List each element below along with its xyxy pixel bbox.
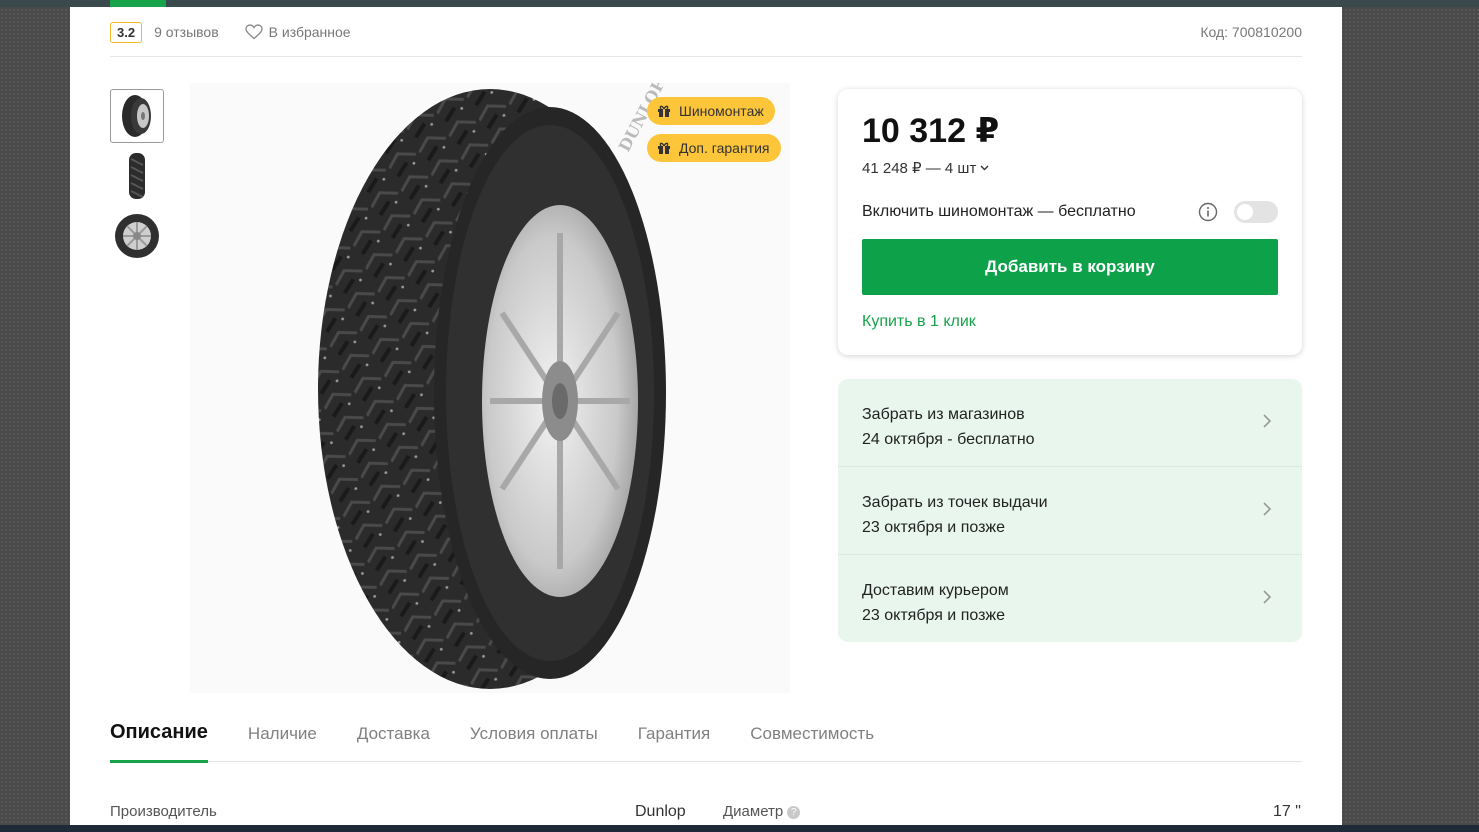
badge-tire-fitting[interactable]: Шиномонтаж xyxy=(647,97,775,125)
total-price: 41 248 ₽ — 4 шт xyxy=(862,160,977,177)
divider xyxy=(110,56,1302,57)
product-meta-row: 3.2 9 отзывов В избранное Код: 700810200 xyxy=(110,19,1302,45)
tire-fitting-label: Включить шиномонтаж — бесплатно xyxy=(862,203,1136,220)
thumbnail-list xyxy=(110,89,166,269)
tab-compatibility[interactable]: Совместимость xyxy=(750,714,874,762)
spec-manufacturer-value: Dunlop xyxy=(635,803,686,820)
tab-availability[interactable]: Наличие xyxy=(248,714,317,762)
delivery-option-pickup-points[interactable]: Забрать из точек выдачи 23 октября и поз… xyxy=(838,467,1302,555)
spec-diameter-value: 17 " xyxy=(1273,803,1301,820)
tab-description[interactable]: Описание xyxy=(110,714,208,763)
chevron-right-icon xyxy=(1263,502,1272,516)
delivery-option-subtitle: 23 октября и позже xyxy=(862,519,1006,536)
product-code: Код: 700810200 xyxy=(1200,24,1302,40)
delivery-option-title: Доставим курьером xyxy=(862,582,1009,599)
tire-fitting-option: Включить шиномонтаж — бесплатно xyxy=(862,201,1278,223)
thumbnail-tire-side[interactable] xyxy=(110,209,164,263)
os-taskbar xyxy=(0,825,1479,832)
tire-fitting-toggle[interactable] xyxy=(1234,201,1278,223)
help-icon[interactable]: ? xyxy=(787,805,801,819)
spec-diameter-label: Диаметр xyxy=(723,803,784,820)
price-card: 10 312 ₽ 41 248 ₽ — 4 шт Включить шиномо… xyxy=(838,89,1302,355)
browser-top-bar xyxy=(0,0,1479,7)
favorite-button[interactable]: В избранное xyxy=(244,24,351,40)
delivery-option-title: Забрать из магазинов xyxy=(862,406,1025,423)
badge-label: Шиномонтаж xyxy=(679,103,764,119)
thumbnail-tire-angle[interactable] xyxy=(110,89,164,143)
delivery-option-courier[interactable]: Доставим курьером 23 октября и позже xyxy=(838,555,1302,643)
gift-icon xyxy=(658,105,670,117)
product-page: 3.2 9 отзывов В избранное Код: 700810200 xyxy=(70,7,1342,825)
product-tabs: Описание Наличие Доставка Условия оплаты… xyxy=(110,714,1302,763)
chevron-down-icon xyxy=(980,165,989,171)
delivery-option-stores[interactable]: Забрать из магазинов 24 октября - беспла… xyxy=(838,379,1302,467)
favorite-label: В избранное xyxy=(268,24,351,40)
badge-extra-warranty[interactable]: Доп. гарантия xyxy=(647,134,781,162)
delivery-option-subtitle: 24 октября - бесплатно xyxy=(862,431,1035,448)
delivery-option-title: Забрать из точек выдачи xyxy=(862,494,1048,511)
product-main-image[interactable]: DUNLOP xyxy=(190,76,790,693)
add-to-cart-button[interactable]: Добавить в корзину xyxy=(862,239,1278,295)
toggle-knob xyxy=(1237,204,1253,220)
reviews-link[interactable]: 9 отзывов xyxy=(154,24,219,40)
tab-delivery[interactable]: Доставка xyxy=(357,714,430,762)
delivery-option-subtitle: 23 октября и позже xyxy=(862,607,1006,624)
thumbnail-tire-tread[interactable] xyxy=(110,149,164,203)
quantity-selector[interactable]: 41 248 ₽ — 4 шт xyxy=(862,159,989,177)
badge-label: Доп. гарантия xyxy=(679,140,770,156)
rating-badge[interactable]: 3.2 xyxy=(110,21,143,43)
tire-thumbnail-image xyxy=(122,95,151,137)
active-tab-indicator xyxy=(110,0,166,7)
heart-icon xyxy=(244,24,263,40)
tire-image: DUNLOP xyxy=(318,76,669,689)
spec-manufacturer-label: Производитель xyxy=(110,803,217,820)
service-badges: Шиномонтаж Доп. гарантия xyxy=(647,97,781,162)
tire-thumbnail-image xyxy=(115,214,159,258)
tab-warranty[interactable]: Гарантия xyxy=(638,714,711,762)
tab-payment-terms[interactable]: Условия оплаты xyxy=(470,714,598,762)
info-icon[interactable] xyxy=(1198,202,1218,222)
delivery-options: Забрать из магазинов 24 октября - беспла… xyxy=(838,379,1302,642)
buy-one-click-link[interactable]: Купить в 1 клик xyxy=(862,313,976,331)
gift-icon xyxy=(658,142,670,154)
unit-price: 10 312 ₽ xyxy=(862,112,1000,150)
chevron-right-icon xyxy=(1263,590,1272,604)
tire-thumbnail-image xyxy=(129,153,145,199)
spec-diameter: Диаметр? xyxy=(723,803,801,820)
chevron-right-icon xyxy=(1263,414,1272,428)
